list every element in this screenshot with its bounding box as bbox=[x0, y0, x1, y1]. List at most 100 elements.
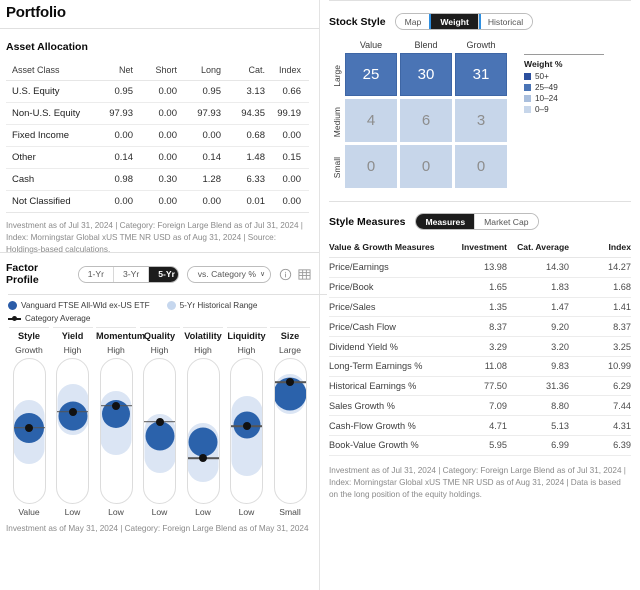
cell-cat: 0.01 bbox=[221, 190, 265, 213]
factor-bottom-label: Value bbox=[18, 507, 40, 517]
cell-index: 10.99 bbox=[569, 356, 631, 377]
cell-short: 0.00 bbox=[133, 146, 177, 169]
style-cell-medium-blend[interactable]: 6 bbox=[400, 99, 452, 142]
factor-track[interactable] bbox=[143, 358, 176, 504]
table-row: Book-Value Growth % 5.95 6.99 6.39 bbox=[329, 435, 631, 456]
style-cell-small-growth[interactable]: 0 bbox=[455, 145, 507, 188]
factor-profile-title: Factor Profile bbox=[6, 262, 39, 286]
tab-map[interactable]: Map bbox=[395, 14, 432, 29]
cell-short: 0.00 bbox=[133, 190, 177, 213]
cell-cat: 5.13 bbox=[507, 415, 569, 437]
cell-cat: 14.30 bbox=[507, 257, 569, 278]
category-average-dot bbox=[68, 407, 77, 416]
style-measures-header: Style Measures Measures Market Cap bbox=[320, 202, 640, 239]
tab-weight[interactable]: Weight bbox=[431, 14, 479, 29]
weight-legend-title: Weight % bbox=[524, 59, 563, 69]
factor-profile-section: Factor Profile 1-Yr 3-Yr 5-Yr vs. Catego… bbox=[0, 252, 327, 535]
factor-top-label: Growth bbox=[15, 345, 43, 355]
style-box-row-large: Large 25 30 31 bbox=[329, 53, 510, 99]
table-row: Dividend Yield % 3.29 3.20 3.25 bbox=[329, 336, 631, 357]
factor-bottom-label: Low bbox=[238, 507, 255, 517]
table-header-row: Asset Class Net Short Long Cat. Index bbox=[6, 61, 309, 81]
factor-name: Size bbox=[270, 327, 310, 345]
cell-cat: 9.20 bbox=[507, 316, 569, 338]
table-view-icon[interactable] bbox=[298, 268, 311, 281]
swatch-50plus bbox=[524, 73, 531, 80]
weight-legend-label: 25–49 bbox=[535, 83, 558, 92]
swatch-10-24 bbox=[524, 95, 531, 102]
cell-index: 8.37 bbox=[569, 316, 631, 338]
right-column: Stock Style Map Weight Historical Value … bbox=[320, 0, 640, 590]
row-label: Cash-Flow Growth % bbox=[329, 415, 445, 437]
style-cell-large-growth[interactable]: 31 bbox=[455, 53, 507, 96]
row-label: Price/Cash Flow bbox=[329, 316, 445, 338]
factor-column-style: Style Growth Value bbox=[9, 327, 49, 517]
factor-profile-legend: Vanguard FTSE All-Wld ex-US ETF 5-Yr His… bbox=[0, 295, 319, 323]
row-header-small: Small bbox=[329, 145, 345, 191]
investment-bubble bbox=[58, 401, 87, 431]
style-cell-small-value[interactable]: 0 bbox=[345, 145, 397, 188]
cell-investment: 5.95 bbox=[445, 435, 507, 456]
asset-allocation-table-wrap: Asset Class Net Short Long Cat. Index U.… bbox=[0, 61, 319, 213]
cell-short: 0.00 bbox=[133, 80, 177, 103]
factor-column-size: Size Large Small bbox=[270, 327, 310, 517]
tab-historical[interactable]: Historical bbox=[478, 14, 533, 29]
stock-style-toggle[interactable]: Map Weight Historical bbox=[394, 13, 534, 30]
cell-net: 0.14 bbox=[89, 146, 133, 169]
style-cell-large-blend[interactable]: 30 bbox=[400, 53, 452, 96]
cell-net: 0.00 bbox=[89, 124, 133, 147]
style-cell-medium-value[interactable]: 4 bbox=[345, 99, 397, 142]
cell-index: 14.27 bbox=[569, 257, 631, 278]
cell-net: 0.00 bbox=[89, 190, 133, 213]
portfolio-page: Portfolio Asset Allocation Asset Class N… bbox=[0, 0, 640, 590]
factor-track[interactable] bbox=[273, 358, 307, 504]
factor-name: Quality bbox=[139, 327, 180, 345]
style-measures-footnote: Investment as of Jul 31, 2024 | Category… bbox=[329, 465, 626, 499]
info-icon[interactable] bbox=[279, 268, 292, 281]
cell-investment: 11.08 bbox=[445, 356, 507, 377]
factor-track[interactable] bbox=[99, 358, 133, 504]
style-box-corner-spacer bbox=[329, 40, 345, 53]
legend-item-range: 5-Yr Historical Range bbox=[166, 301, 257, 310]
cell-index: 0.66 bbox=[265, 80, 309, 103]
factor-track[interactable] bbox=[186, 358, 220, 504]
compare-dropdown-label[interactable]: vs. Category % ∨ bbox=[187, 266, 270, 282]
col-header-value: Value bbox=[359, 40, 383, 50]
table-row: Sales Growth % 7.09 8.80 7.44 bbox=[329, 395, 631, 417]
row-label: Other bbox=[6, 146, 89, 169]
factor-period-toggle[interactable]: 1-Yr 3-Yr 5-Yr bbox=[77, 265, 179, 283]
factor-name: Liquidity bbox=[226, 327, 267, 345]
style-measures-toggle[interactable]: Measures Market Cap bbox=[415, 213, 539, 230]
col-investment: Investment bbox=[445, 239, 507, 258]
factor-track[interactable] bbox=[12, 358, 46, 504]
legend-item-investment: Vanguard FTSE All-Wld ex-US ETF bbox=[8, 301, 150, 310]
factor-track[interactable] bbox=[56, 358, 89, 504]
tab-market-cap[interactable]: Market Cap bbox=[475, 214, 538, 229]
cell-short: 0.00 bbox=[133, 124, 177, 147]
factor-name: Volatility bbox=[183, 327, 223, 345]
swatch-25-49 bbox=[524, 84, 531, 91]
tab-measures[interactable]: Measures bbox=[416, 214, 476, 229]
cell-net: 97.93 bbox=[89, 102, 133, 125]
weight-legend: Weight % 50+ 25–49 10–24 0–9 bbox=[524, 40, 604, 191]
style-cell-small-blend[interactable]: 0 bbox=[400, 145, 452, 188]
style-measures-body: Price/Earnings 13.98 14.30 14.27 Price/B… bbox=[329, 257, 631, 456]
style-cell-large-value[interactable]: 25 bbox=[345, 53, 397, 96]
light-blue-dot-icon bbox=[166, 301, 176, 310]
factor-track[interactable] bbox=[230, 358, 263, 504]
cell-index: 99.19 bbox=[265, 102, 309, 125]
factor-bottom-label: Low bbox=[195, 507, 211, 517]
stock-style-header: Stock Style Map Weight Historical bbox=[320, 1, 640, 40]
cell-long: 0.95 bbox=[177, 80, 221, 103]
cell-cat: 0.68 bbox=[221, 124, 265, 147]
table-header-row: Value & Growth Measures Investment Cat. … bbox=[329, 239, 631, 258]
category-average-dot bbox=[242, 422, 251, 431]
period-tab-1yr[interactable]: 1-Yr bbox=[78, 266, 114, 282]
chevron-down-icon: ∨ bbox=[260, 271, 266, 278]
compare-dropdown[interactable]: vs. Category % ∨ bbox=[186, 265, 271, 283]
table-row: Price/Cash Flow 8.37 9.20 8.37 bbox=[329, 316, 631, 338]
cell-short: 0.30 bbox=[133, 168, 177, 191]
period-tab-5yr[interactable]: 5-Yr bbox=[149, 266, 178, 282]
style-cell-medium-growth[interactable]: 3 bbox=[455, 99, 507, 142]
period-tab-3yr[interactable]: 3-Yr bbox=[113, 266, 150, 282]
